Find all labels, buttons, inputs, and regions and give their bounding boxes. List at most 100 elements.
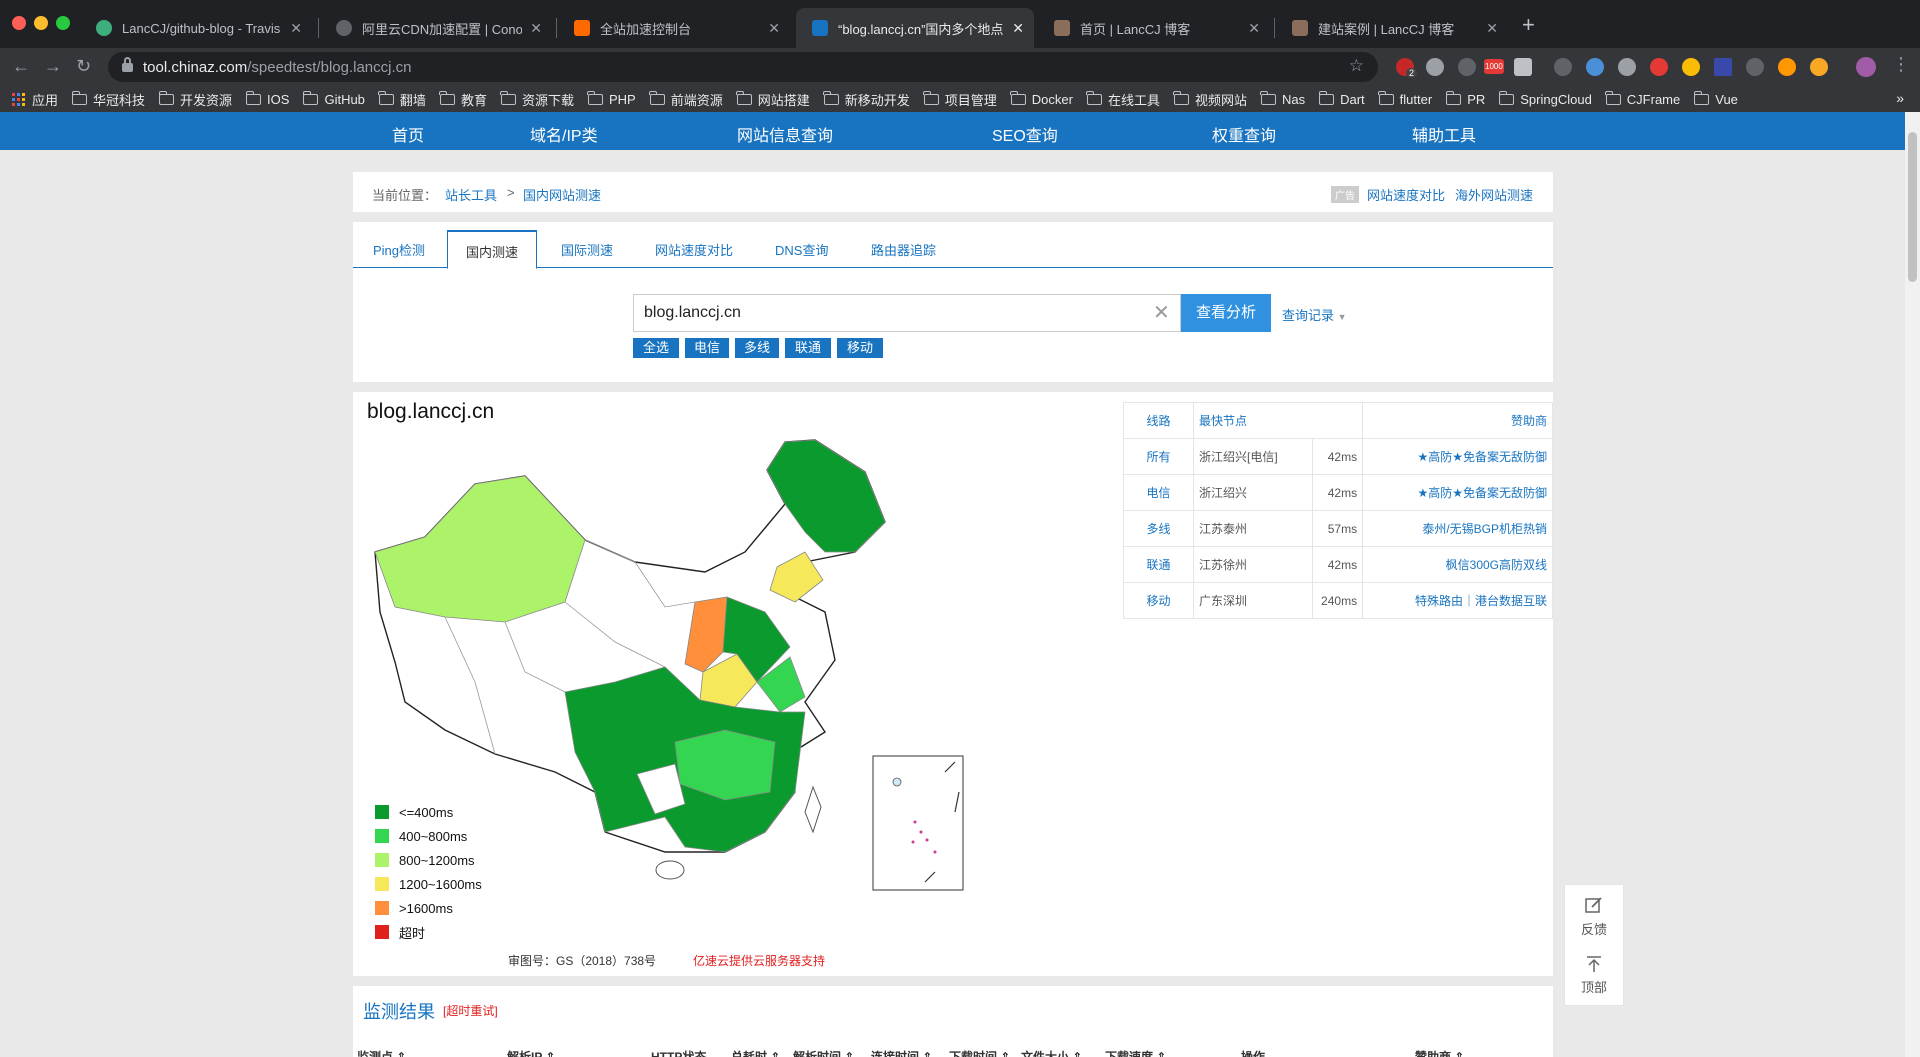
pen-extension-icon[interactable] <box>1554 58 1572 76</box>
yab-extension-icon[interactable] <box>1426 58 1444 76</box>
bookmark-apps[interactable]: 应用 <box>12 90 58 109</box>
menu-dots-icon[interactable]: ⋮ <box>1892 54 1910 75</box>
bookmark-folder[interactable]: GitHub <box>302 90 365 107</box>
nav-site-info[interactable]: 网站信息查询 <box>737 122 833 146</box>
nav-tools[interactable]: 辅助工具 <box>1412 122 1476 146</box>
bookmark-folder[interactable]: Nas <box>1260 90 1305 107</box>
info-extension-icon[interactable] <box>1746 58 1764 76</box>
close-tab-icon[interactable]: ✕ <box>768 20 780 37</box>
maximize-window-button[interactable] <box>56 16 70 30</box>
monitor-column-header[interactable]: 下载时间 ⇕ <box>949 1048 1010 1057</box>
close-tab-icon[interactable]: ✕ <box>290 20 302 37</box>
bookmark-folder[interactable]: flutter <box>1378 90 1432 107</box>
close-tab-icon[interactable]: ✕ <box>1012 20 1024 37</box>
monitor-column-header[interactable]: 下载速度 ⇕ <box>1105 1048 1166 1057</box>
bookmark-folder[interactable]: 网站搭建 <box>736 90 810 109</box>
browser-tab-1[interactable]: LancCJ/github-blog - Travis CI ✕ <box>80 8 312 48</box>
scrollbar-thumb[interactable] <box>1908 132 1917 282</box>
bookmark-folder[interactable]: Vue <box>1693 90 1738 107</box>
back-arrow-icon[interactable]: ← <box>12 56 30 77</box>
bookmark-folder[interactable]: SpringCloud <box>1498 90 1592 107</box>
bookmark-folder[interactable]: CJFrame <box>1605 90 1680 107</box>
filter-chip-multiline[interactable]: 多线 <box>735 338 779 358</box>
vue-extension-icon[interactable] <box>1618 58 1636 76</box>
bookmark-star-icon[interactable]: ☆ <box>1349 56 1364 76</box>
profile-avatar[interactable] <box>1856 57 1876 77</box>
bookmark-folder[interactable]: 翻墙 <box>378 90 426 109</box>
sponsor-link[interactable]: ★高防★免备案无敌防御 <box>1362 474 1553 511</box>
minimize-window-button[interactable] <box>34 16 48 30</box>
monitor-column-header[interactable]: 解析时间 ⇕ <box>793 1048 854 1057</box>
clear-input-icon[interactable]: ✕ <box>1153 300 1170 325</box>
tab-speed-compare[interactable]: 网站速度对比 <box>655 240 733 259</box>
monitor-column-header[interactable]: 文件大小 ⇕ <box>1021 1048 1082 1057</box>
monitor-column-header[interactable]: HTTP状态 <box>651 1048 706 1057</box>
bookmark-folder[interactable]: IOS <box>245 90 289 107</box>
bookmark-folder[interactable]: 开发资源 <box>158 90 232 109</box>
page-scrollbar[interactable] <box>1905 112 1920 1057</box>
bookmark-folder[interactable]: 华冠科技 <box>71 90 145 109</box>
forward-arrow-icon[interactable]: → <box>44 56 62 77</box>
breadcrumb-link-tools[interactable]: 站长工具 <box>445 185 497 204</box>
bookmark-folder[interactable]: 前端资源 <box>649 90 723 109</box>
browser-tab-6[interactable]: 建站案例 | LancCJ 博客 ✕ <box>1276 8 1508 48</box>
feedback-button[interactable]: 反馈 <box>1565 895 1623 938</box>
retry-timeout-link[interactable]: [超时重试] <box>443 1002 498 1019</box>
tab-domestic[interactable]: 国内测速 <box>447 230 538 269</box>
bookmark-folder[interactable]: 新移动开发 <box>823 90 910 109</box>
monitor-column-header[interactable]: 总耗时 ⇕ <box>731 1048 780 1057</box>
bookmark-folder[interactable]: 在线工具 <box>1086 90 1160 109</box>
back-to-top-button[interactable]: 顶部 <box>1565 955 1623 996</box>
bookmark-folder[interactable]: 资源下载 <box>500 90 574 109</box>
tab-dns[interactable]: DNS查询 <box>775 240 828 259</box>
browser-tab-2[interactable]: 阿里云CDN加速配置 | ConorPai ✕ <box>320 8 552 48</box>
speed-extension-icon[interactable]: 1000 <box>1484 59 1504 74</box>
bulb-extension-icon[interactable] <box>1458 58 1476 76</box>
reload-icon[interactable]: ↻ <box>76 56 91 77</box>
sponsor-link[interactable]: ★高防★免备案无敌防御 <box>1362 438 1553 475</box>
nav-weight[interactable]: 权重查询 <box>1212 122 1276 146</box>
close-tab-icon[interactable]: ✕ <box>530 20 542 37</box>
monitor-column-header[interactable]: 连接时间 ⇕ <box>871 1048 932 1057</box>
bookmarks-more-button[interactable]: » <box>1896 90 1904 106</box>
music-extension-icon[interactable] <box>1650 58 1668 76</box>
provider-credit-link[interactable]: 亿速云提供云服务器支持 <box>693 952 825 969</box>
sponsor-link[interactable]: 枫信300G高防双线 <box>1362 546 1553 583</box>
nav-domain-ip[interactable]: 域名/IP类 <box>530 122 598 146</box>
address-bar[interactable]: tool.chinaz.com/speedtest/blog.lanccj.cn… <box>108 52 1378 82</box>
play-extension-icon[interactable] <box>1810 58 1828 76</box>
tab-ping[interactable]: Ping检测 <box>373 240 425 259</box>
bookmark-folder[interactable]: PR <box>1445 90 1485 107</box>
face-extension-icon[interactable] <box>1514 58 1532 76</box>
bookmark-folder[interactable]: 视频网站 <box>1173 90 1247 109</box>
bookmark-folder[interactable]: 项目管理 <box>923 90 997 109</box>
monitor-column-header[interactable]: 解析IP ⇕ <box>507 1048 556 1057</box>
tab-traceroute[interactable]: 路由器追踪 <box>871 240 936 259</box>
bookmark-folder[interactable]: Dart <box>1318 90 1365 107</box>
bookmark-folder[interactable]: PHP <box>587 90 636 107</box>
tab-international[interactable]: 国际测速 <box>561 240 613 259</box>
bar-extension-icon[interactable] <box>1714 58 1732 76</box>
query-history-dropdown[interactable]: 查询记录 ▼ <box>1282 305 1347 324</box>
new-tab-button[interactable]: + <box>1522 12 1535 38</box>
bookmark-folder[interactable]: 教育 <box>439 90 487 109</box>
eye-extension-icon[interactable] <box>1586 58 1604 76</box>
browser-tab-5[interactable]: 首页 | LancCJ 博客 ✕ <box>1038 8 1270 48</box>
monitor-column-header[interactable]: 监测点 ⇕ <box>357 1048 406 1057</box>
filter-chip-mobile[interactable]: 移动 <box>837 338 883 358</box>
analyze-button[interactable]: 查看分析 <box>1181 294 1271 332</box>
close-tab-icon[interactable]: ✕ <box>1248 20 1260 37</box>
monitor-column-header[interactable]: 赞助商 ⇕ <box>1415 1048 1464 1057</box>
monitor-column-header[interactable]: 操作 <box>1241 1048 1265 1057</box>
nav-home[interactable]: 首页 <box>392 122 424 146</box>
link-overseas-speedtest[interactable]: 海外网站测速 <box>1455 185 1533 204</box>
search-input[interactable]: blog.lanccj.cn <box>633 294 1181 332</box>
sponsor-link[interactable]: 特殊路由｜港台数据互联 <box>1362 582 1553 619</box>
close-tab-icon[interactable]: ✕ <box>1486 20 1498 37</box>
color-extension-icon[interactable] <box>1682 58 1700 76</box>
link-speed-compare[interactable]: 网站速度对比 <box>1367 185 1445 204</box>
filter-chip-unicom[interactable]: 联通 <box>785 338 831 358</box>
bookmark-folder[interactable]: Docker <box>1010 90 1073 107</box>
owl-extension-icon[interactable] <box>1778 58 1796 76</box>
browser-tab-4-active[interactable]: “blog.lanccj.cn”国内多个地点网 ✕ <box>796 8 1034 48</box>
